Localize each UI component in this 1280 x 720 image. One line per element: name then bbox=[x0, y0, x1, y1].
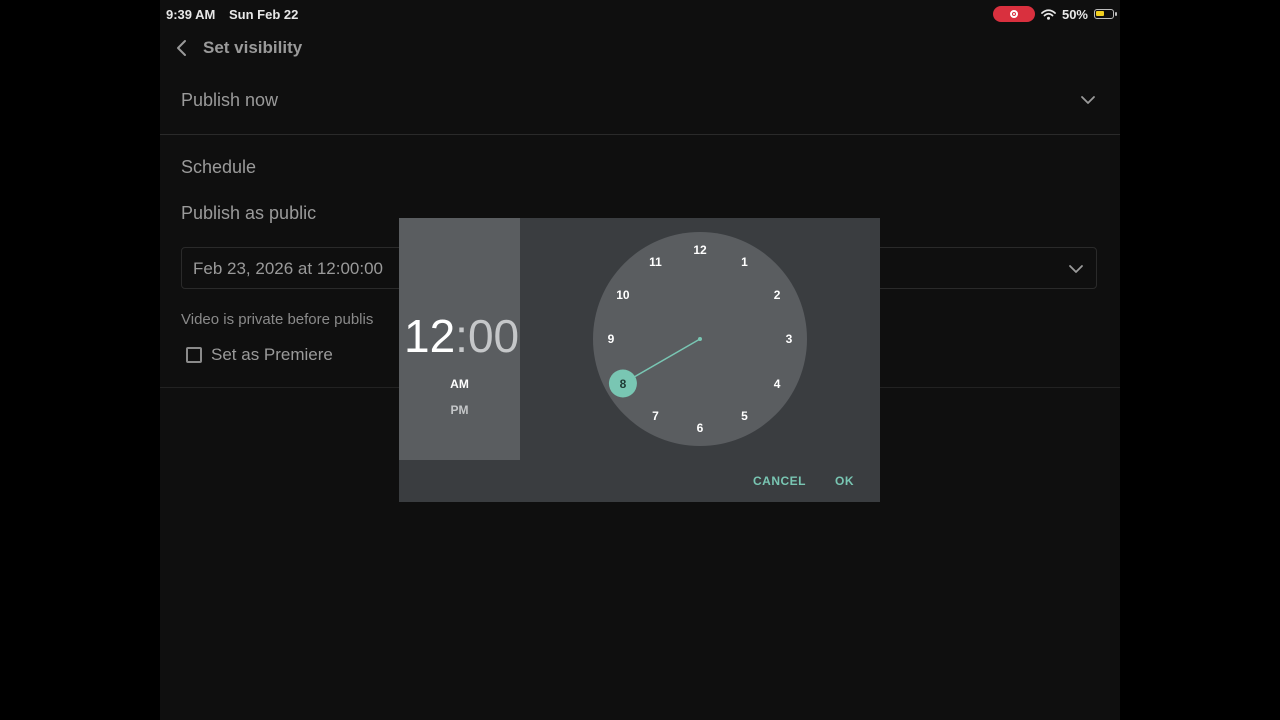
hour-value[interactable]: 12 bbox=[404, 310, 455, 362]
premiere-option[interactable]: Set as Premiere bbox=[186, 345, 333, 365]
pm-toggle[interactable]: PM bbox=[399, 403, 520, 417]
clock-number-12[interactable]: 12 bbox=[688, 242, 712, 258]
clock-center-dot bbox=[698, 337, 702, 341]
time-separator: : bbox=[455, 310, 468, 362]
wifi-icon bbox=[1041, 8, 1056, 20]
chevron-down-icon[interactable] bbox=[1068, 261, 1084, 277]
clock-number-9[interactable]: 9 bbox=[599, 331, 623, 347]
status-bar-left: 9:39 AM Sun Feb 22 bbox=[166, 7, 308, 22]
clock-number-7[interactable]: 7 bbox=[644, 408, 668, 424]
premiere-label: Set as Premiere bbox=[211, 345, 333, 364]
publish-as-public-label[interactable]: Publish as public bbox=[181, 203, 316, 224]
status-time: 9:39 AM bbox=[166, 7, 216, 22]
clock-number-4[interactable]: 4 bbox=[765, 376, 789, 392]
clock-number-3[interactable]: 3 bbox=[777, 331, 801, 347]
header: Set visibility bbox=[160, 30, 1120, 66]
clock-dial[interactable]: 12 1 2 3 4 5 6 7 8 9 10 11 bbox=[593, 232, 807, 446]
clock-number-5[interactable]: 5 bbox=[733, 408, 757, 424]
clock-number-1[interactable]: 1 bbox=[733, 254, 757, 270]
chevron-down-icon[interactable] bbox=[1080, 92, 1096, 108]
time-picker-dialog: 12:00 AM PM 12 1 2 3 4 5 6 7 8 9 10 11 CANCEL OK bbox=[399, 218, 880, 502]
clock-number-10[interactable]: 10 bbox=[611, 287, 635, 303]
clock-face bbox=[593, 232, 807, 446]
schedule-section-title: Schedule bbox=[181, 157, 257, 177]
clock-number-6[interactable]: 6 bbox=[688, 420, 712, 436]
clock-number-11[interactable]: 11 bbox=[644, 254, 668, 270]
battery-percent: 50% bbox=[1061, 6, 1088, 22]
status-date: Sun Feb 22 bbox=[229, 7, 299, 22]
time-header-panel: 12:00 AM PM bbox=[399, 218, 520, 460]
page-title: Set visibility bbox=[203, 38, 303, 57]
publish-now-label: Publish now bbox=[181, 90, 279, 110]
cancel-button[interactable]: CANCEL bbox=[753, 474, 806, 488]
clock-number-2[interactable]: 2 bbox=[765, 287, 789, 303]
status-bar-right: 50% bbox=[992, 6, 1117, 22]
screen-recording-icon[interactable] bbox=[992, 6, 1035, 22]
ok-button[interactable]: OK bbox=[835, 474, 854, 488]
minute-value[interactable]: 00 bbox=[468, 310, 519, 362]
battery-icon bbox=[1094, 9, 1117, 19]
private-note: Video is private before publis bbox=[181, 311, 374, 328]
clock-number-8[interactable]: 8 bbox=[611, 376, 635, 392]
premiere-checkbox[interactable] bbox=[186, 347, 202, 363]
schedule-date-value: Feb 23, 2026 at 12:00:00 bbox=[193, 259, 383, 278]
publish-now-row[interactable]: Publish now bbox=[160, 78, 1120, 135]
chevron-left-icon[interactable] bbox=[172, 38, 192, 58]
time-display: 12:00 bbox=[404, 311, 519, 361]
am-toggle[interactable]: AM bbox=[399, 377, 520, 391]
